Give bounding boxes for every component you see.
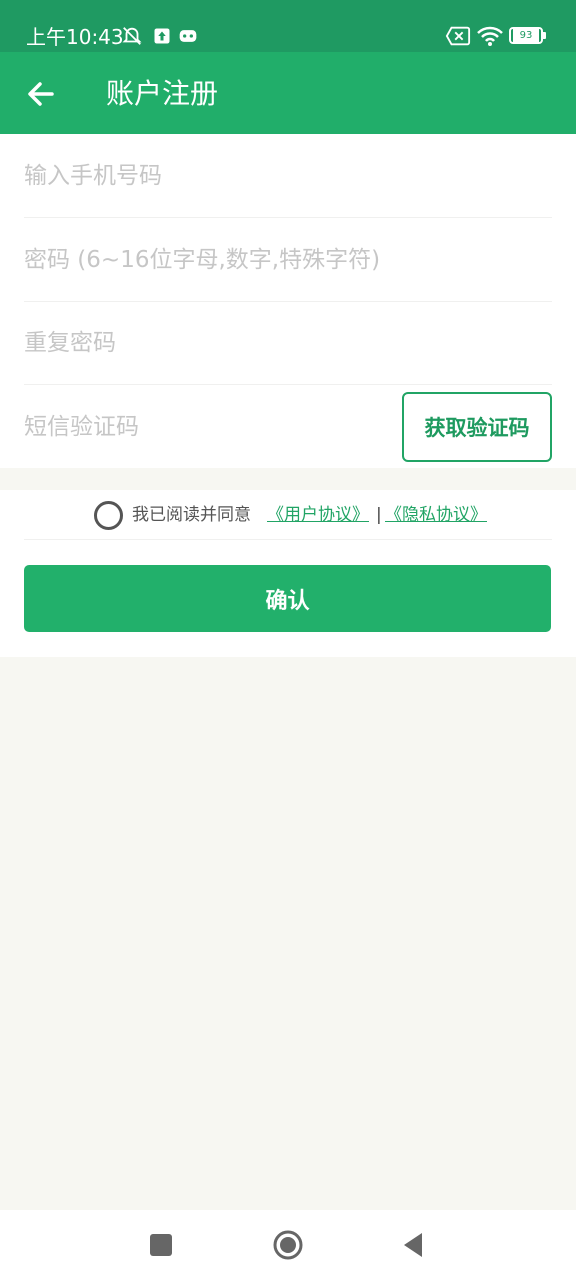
app-bar: 账户注册 bbox=[0, 52, 576, 134]
sim-disabled-icon bbox=[445, 26, 471, 46]
confirm-button[interactable]: 确认 bbox=[24, 565, 551, 632]
password-input[interactable] bbox=[24, 240, 524, 280]
home-icon[interactable] bbox=[270, 1227, 306, 1263]
agreement-text: 我已阅读并同意 bbox=[132, 505, 251, 525]
wifi-icon bbox=[477, 26, 503, 46]
battery-icon: 93 bbox=[509, 27, 543, 44]
sms-code-input[interactable] bbox=[24, 407, 384, 447]
repeat-password-input[interactable] bbox=[24, 323, 384, 363]
agreement-panel: 我已阅读并同意 《用户协议》 | 《隐私协议》 确认 bbox=[0, 490, 576, 657]
agreement-row: 我已阅读并同意 《用户协议》 | 《隐私协议》 bbox=[24, 490, 552, 540]
back-arrow-icon[interactable] bbox=[22, 74, 62, 114]
back-nav-icon[interactable] bbox=[396, 1227, 432, 1263]
status-bar: 上午10:43 93 bbox=[0, 0, 576, 52]
password-field bbox=[24, 218, 552, 302]
recent-apps-icon[interactable] bbox=[143, 1227, 179, 1263]
repeat-password-field bbox=[24, 301, 552, 385]
upload-icon bbox=[154, 28, 170, 44]
page-title: 账户注册 bbox=[106, 77, 219, 110]
phone-field bbox=[24, 134, 552, 218]
get-code-button[interactable]: 获取验证码 bbox=[402, 392, 552, 462]
battery-tip bbox=[543, 32, 546, 39]
system-nav-bar bbox=[0, 1210, 576, 1280]
status-time: 上午10:43 bbox=[26, 25, 124, 49]
agree-radio[interactable] bbox=[94, 501, 123, 530]
privacy-agreement-link[interactable]: 《隐私协议》 bbox=[385, 504, 487, 526]
phone-input[interactable] bbox=[24, 156, 384, 196]
gamepad-icon bbox=[179, 30, 197, 42]
notification-muted-icon bbox=[122, 27, 142, 45]
user-agreement-link[interactable]: 《用户协议》 bbox=[267, 504, 369, 526]
link-separator: | bbox=[376, 505, 382, 525]
battery-level: 93 bbox=[513, 29, 539, 42]
registration-form: 获取验证码 bbox=[0, 134, 576, 468]
